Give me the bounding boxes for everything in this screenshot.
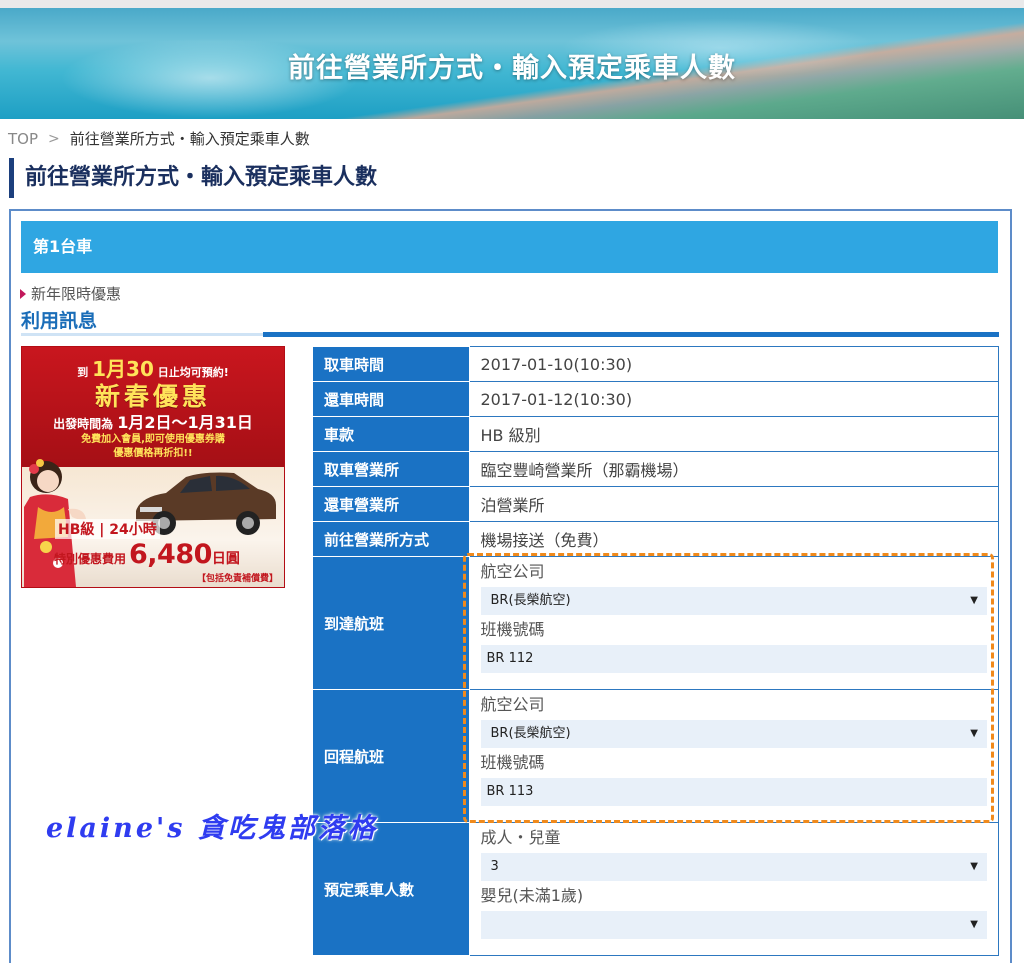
banner-line4a: 免費加入會員,即可使用優惠券購 <box>81 434 225 445</box>
table-row: 取車時間 2017-01-10(10:30) <box>313 346 999 382</box>
car-section-header: 第1台車 <box>21 221 998 273</box>
page-title: 前往營業所方式・輸入預定乘車人數 <box>9 158 377 198</box>
banner-headline: 新春優惠 <box>94 382 211 411</box>
pickup-time-label: 取車時間 <box>313 346 470 382</box>
blog-watermark: elaine's 貪吃鬼部落格 <box>46 813 378 844</box>
return-flight-label: 回程航班 <box>313 689 470 823</box>
arrival-flight-no-label: 班機號碼 <box>480 620 545 639</box>
top-strip <box>0 0 1024 8</box>
banner-footnote: 【包括免責補償費】 <box>196 574 278 584</box>
table-row: 還車營業所 泊營業所 <box>313 486 999 522</box>
arrival-flight-group: 航空公司 BR(長榮航空) ▼ 班機號碼 BR 112 <box>468 556 999 690</box>
banner-line3-dates: 1月2日～1月31日 <box>117 413 253 432</box>
table-row: 預定乘車人數 成人・兒童 3 ▼ 嬰兒(未滿1歲) ▼ <box>313 822 999 956</box>
banner-price-unit: 日圓 <box>211 551 240 567</box>
breadcrumb-current: 前往營業所方式・輸入預定乘車人數 <box>69 130 310 148</box>
table-row: 到達航班 航空公司 BR(長榮航空) ▼ 班機號碼 BR 112 <box>313 556 999 690</box>
hero-banner: 前往營業所方式・輸入預定乘車人數 <box>0 8 1024 119</box>
table-row: 回程航班 航空公司 BR(長榮航空) ▼ 班機號碼 BR 113 <box>313 689 999 823</box>
table-row: 取車營業所 臨空豐崎營業所（那霸機場） <box>313 451 999 487</box>
dropdown-arrow-icon: ▼ <box>970 595 978 606</box>
arrival-airline-value: BR(長榮航空) <box>490 593 571 608</box>
banner-price: 特別優惠費用 6,480 日圓 <box>54 539 240 570</box>
hero-title: 前往營業所方式・輸入預定乘車人數 <box>288 53 736 84</box>
table-row: 車款 HB 級別 <box>313 416 999 452</box>
usage-rule-light <box>21 333 263 336</box>
promo-label: 新年限時優惠 <box>20 283 121 304</box>
return-time-label: 還車時間 <box>313 381 470 417</box>
arrival-flight-no-input[interactable]: BR 112 <box>480 645 987 673</box>
promo-label-text: 新年限時優惠 <box>31 285 122 303</box>
return-flight-no-label: 班機號碼 <box>480 753 545 772</box>
banner-line-3: 出發時間為 1月2日～1月31日 <box>22 409 284 433</box>
return-airline-select[interactable]: BR(長榮航空) ▼ <box>480 720 987 748</box>
banner-line3-pre: 出發時間為 <box>53 417 114 431</box>
pickup-time-value: 2017-01-10(10:30) <box>468 346 999 382</box>
banner-price-value: 6,480 <box>129 539 212 570</box>
passengers-group: 成人・兒童 3 ▼ 嬰兒(未滿1歲) ▼ <box>468 822 999 956</box>
car-model-value: HB 級別 <box>468 416 999 452</box>
dropdown-arrow-icon: ▼ <box>970 861 978 872</box>
adult-child-select[interactable]: 3 ▼ <box>480 853 987 881</box>
banner-price-label: 特別優惠費用 <box>54 552 127 566</box>
return-airline-label: 航空公司 <box>480 695 545 714</box>
table-row: 還車時間 2017-01-12(10:30) <box>313 381 999 417</box>
breadcrumb: TOP > 前往營業所方式・輸入預定乘車人數 <box>8 128 310 149</box>
access-method-value: 機場接送（免費） <box>468 521 999 557</box>
arrival-flight-label: 到達航班 <box>313 556 470 690</box>
return-office-value: 泊營業所 <box>468 486 999 522</box>
pickup-office-value: 臨空豐崎營業所（那霸機場） <box>468 451 999 487</box>
return-time-value: 2017-01-12(10:30) <box>468 381 999 417</box>
infant-select[interactable]: ▼ <box>480 911 987 939</box>
breadcrumb-chevron-icon: > <box>48 130 60 147</box>
usage-rule <box>263 332 999 337</box>
pickup-office-label: 取車營業所 <box>313 451 470 487</box>
banner-hb-label: HB級 | 24小時 <box>55 519 160 539</box>
breadcrumb-home-link[interactable]: TOP <box>8 130 38 148</box>
reservation-info-table: 取車時間 2017-01-10(10:30) 還車時間 2017-01-12(1… <box>313 346 999 956</box>
arrival-airline-select[interactable]: BR(長榮航空) ▼ <box>480 587 987 615</box>
return-flight-no-input[interactable]: BR 113 <box>480 778 987 806</box>
dropdown-arrow-icon: ▼ <box>970 728 978 739</box>
car-model-label: 車款 <box>313 416 470 452</box>
usage-info-title: 利用訊息 <box>21 310 98 332</box>
dropdown-arrow-icon: ▼ <box>970 919 978 930</box>
adult-child-label: 成人・兒童 <box>480 828 561 847</box>
infant-label: 嬰兒(未滿1歲) <box>480 886 584 905</box>
return-office-label: 還車營業所 <box>313 486 470 522</box>
return-flight-group: 航空公司 BR(長榮航空) ▼ 班機號碼 BR 113 <box>468 689 999 823</box>
return-airline-value: BR(長榮航空) <box>490 726 571 741</box>
adult-child-value: 3 <box>490 859 499 874</box>
arrival-airline-label: 航空公司 <box>480 562 545 581</box>
triangle-bullet-icon <box>20 288 26 299</box>
promo-banner-image[interactable]: 到 1月30 日止均可預約! 新春優惠 出發時間為 1月2日～1月31日 免費加… <box>21 346 285 588</box>
table-row: 前往營業所方式 機場接送（免費） <box>313 521 999 557</box>
access-method-label: 前往營業所方式 <box>313 521 470 557</box>
